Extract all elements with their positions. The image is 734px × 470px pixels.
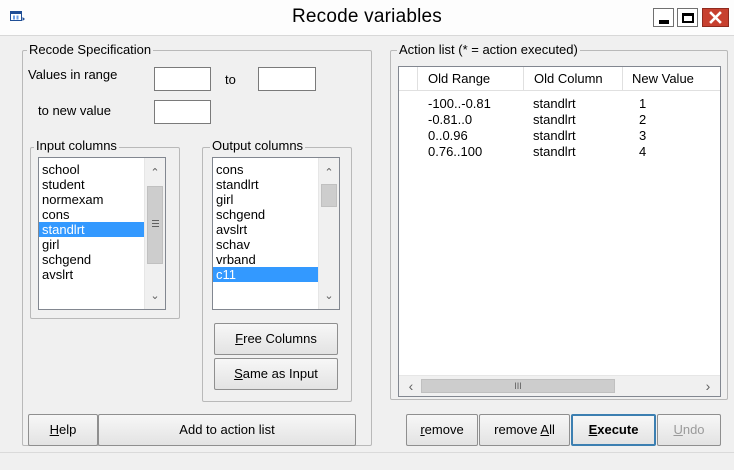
button-label: elp (59, 422, 77, 437)
status-bar (0, 452, 734, 470)
maximize-icon (682, 13, 694, 23)
button-label: ndo (682, 422, 705, 437)
table-cell-old-range[interactable]: 0.76..100 (428, 145, 482, 158)
button-label: remove (494, 422, 541, 437)
output-columns-listbox[interactable]: cons standlrt girl schgend avslrt schav … (212, 157, 340, 310)
button-label: ll (549, 422, 555, 437)
undo-button[interactable]: Undo (657, 414, 721, 446)
mnemonic: E (588, 422, 598, 437)
scroll-down-icon[interactable]: ⌄ (319, 287, 339, 305)
scroll-right-icon[interactable]: › (698, 376, 718, 396)
mnemonic: U (673, 422, 683, 437)
mnemonic: A (540, 422, 550, 437)
title-bar: Recode variables (0, 0, 734, 36)
input-columns-scrollbar[interactable]: ⌃ ⌄ (144, 158, 165, 309)
help-button[interactable]: Help (28, 414, 98, 446)
button-label: xecute (597, 422, 639, 437)
range-to-input[interactable] (258, 67, 316, 91)
minimize-button[interactable] (653, 8, 674, 27)
table-cell-old-column[interactable]: standlrt (533, 129, 576, 142)
mnemonic: F (235, 331, 244, 346)
add-to-action-list-button[interactable]: Add to action list (98, 414, 356, 446)
table-cell-new-value[interactable]: 3 (639, 129, 646, 142)
table-cell-new-value[interactable]: 4 (639, 145, 646, 158)
button-label: ree Columns (243, 331, 317, 346)
window-title: Recode variables (291, 6, 442, 27)
table-cell-new-value[interactable]: 2 (639, 113, 646, 126)
table-cell-new-value[interactable]: 1 (639, 97, 646, 110)
action-list-legend: Action list (* = action executed) (397, 42, 580, 57)
header-spacer (399, 67, 418, 91)
table-cell-old-column[interactable]: standlrt (533, 145, 576, 158)
new-value-input[interactable] (154, 100, 211, 124)
scroll-up-icon[interactable]: ⌃ (319, 164, 339, 182)
column-header-old-range[interactable]: Old Range (418, 67, 524, 91)
output-columns-scrollbar[interactable]: ⌃ ⌄ (318, 158, 339, 309)
table-cell-old-range[interactable]: -0.81..0 (428, 113, 472, 126)
remove-all-button[interactable]: remove All (479, 414, 570, 446)
scroll-left-icon[interactable]: ‹ (401, 376, 421, 396)
same-as-input-button[interactable]: Same as Input (214, 358, 338, 390)
table-cell-old-column[interactable]: standlrt (533, 97, 576, 110)
table-cell-old-range[interactable]: 0..0.96 (428, 129, 468, 142)
close-button[interactable] (702, 8, 729, 27)
mnemonic: S (234, 366, 243, 381)
scroll-up-icon[interactable]: ⌃ (145, 164, 165, 182)
column-header-new-value[interactable]: New Value (623, 67, 720, 91)
action-list-table[interactable]: Old Range Old Column New Value -100..-0.… (398, 66, 721, 397)
button-label: ame as Input (242, 366, 318, 381)
to-new-value-label: to new value (38, 103, 111, 118)
minimize-icon (659, 20, 669, 24)
recode-specification-legend: Recode Specification (27, 42, 154, 57)
remove-button[interactable]: remove (406, 414, 478, 446)
free-columns-button[interactable]: Free Columns (214, 323, 338, 355)
output-columns-legend: Output columns (210, 138, 306, 153)
table-header: Old Range Old Column New Value (399, 67, 720, 91)
range-from-input[interactable] (154, 67, 211, 91)
to-label: to (225, 72, 236, 87)
input-columns-legend: Input columns (34, 138, 119, 153)
execute-button[interactable]: Execute (571, 414, 656, 446)
maximize-button[interactable] (677, 8, 698, 27)
grip-line (152, 223, 159, 224)
scroll-down-icon[interactable]: ⌄ (145, 287, 165, 305)
mnemonic: H (49, 422, 60, 437)
table-cell-old-range[interactable]: -100..-0.81 (428, 97, 491, 110)
input-columns-listbox[interactable]: school student normexam cons standlrt gi… (38, 157, 166, 310)
button-label: Add to action list (179, 422, 275, 437)
scrollbar-thumb[interactable] (321, 184, 337, 207)
table-cell-old-column[interactable]: standlrt (533, 113, 576, 126)
action-list-hscrollbar[interactable]: ‹ III › (399, 375, 720, 396)
scrollbar-thumb[interactable]: III (421, 379, 615, 393)
close-icon (709, 11, 722, 24)
column-header-old-column[interactable]: Old Column (524, 67, 623, 91)
scrollbar-thumb[interactable] (147, 186, 163, 264)
values-in-range-label: Values in range (28, 67, 118, 82)
button-label: emove (424, 422, 464, 437)
